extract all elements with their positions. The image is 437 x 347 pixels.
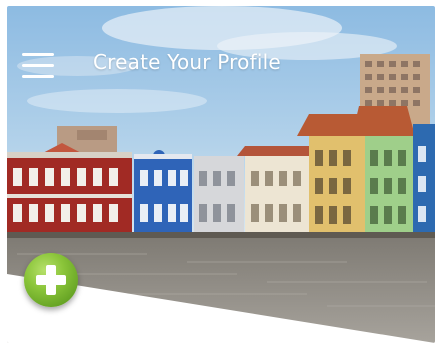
hamburger-menu-icon-bar [22, 75, 54, 78]
plus-icon [36, 265, 66, 295]
hamburger-menu-icon-bar [22, 64, 54, 67]
add-photo-button[interactable] [24, 253, 78, 307]
page-title: Create Your Profile [93, 50, 281, 74]
menu-button[interactable] [22, 53, 56, 85]
hamburger-menu-icon [22, 53, 54, 56]
